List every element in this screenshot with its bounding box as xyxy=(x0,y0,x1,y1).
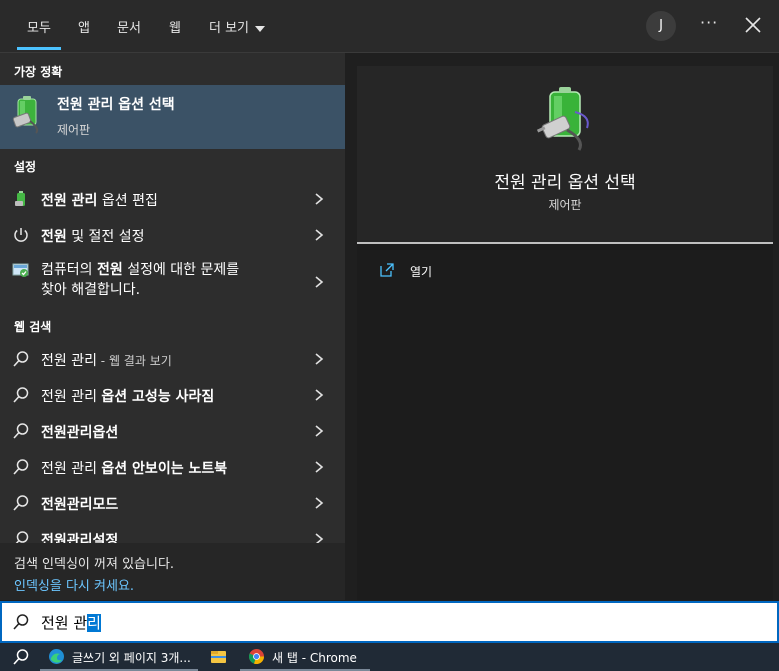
web-item[interactable]: 전원관리옵션 xyxy=(0,414,345,448)
battery-plug-icon xyxy=(536,87,589,151)
taskbar-item-label: 새 탭 - Chrome xyxy=(272,651,357,665)
taskbar-item-file-explorer[interactable] xyxy=(202,643,238,671)
taskbar-item-edge[interactable]: 글쓰기 외 페이지 3개... xyxy=(40,643,198,671)
chevron-right-icon xyxy=(315,425,324,437)
tab-web[interactable]: 웹 xyxy=(169,17,181,36)
taskbar-item-chrome[interactable]: 새 탭 - Chrome xyxy=(240,643,370,671)
web-item-label: 전원관리모드 xyxy=(41,497,119,513)
settings-item-edit-power-plan[interactable]: 전원 관리 옵션 편집 xyxy=(0,182,345,216)
tab-documents[interactable]: 문서 xyxy=(117,17,141,36)
search-icon xyxy=(13,495,29,511)
web-item[interactable]: 전원 관리 - 웹 결과 보기 xyxy=(0,342,345,376)
settings-item-label: 전원 관리 옵션 편집 xyxy=(41,193,158,209)
battery-plug-icon xyxy=(12,96,39,134)
settings-item-power-sleep[interactable]: 전원 및 절전 설정 xyxy=(0,218,345,252)
enable-indexing-link[interactable]: 인덱싱을 다시 켜세요. xyxy=(14,575,134,594)
search-icon xyxy=(13,614,29,630)
open-action-label: 열기 xyxy=(410,265,433,279)
taskbar-search-icon[interactable] xyxy=(12,648,30,666)
tab-more-label: 더 보기 xyxy=(209,21,250,36)
search-icon xyxy=(13,459,29,475)
preview-title: 전원 관리 옵션 선택 xyxy=(494,173,636,193)
search-selected-text: 리 xyxy=(87,614,101,632)
chevron-right-icon xyxy=(315,193,324,205)
open-external-icon xyxy=(380,263,394,277)
avatar[interactable]: J xyxy=(646,11,676,41)
web-item[interactable]: 전원 관리 옵션 고성능 사라짐 xyxy=(0,378,345,412)
file-explorer-icon xyxy=(211,651,226,663)
web-item[interactable]: 전원관리모드 xyxy=(0,486,345,520)
chevron-right-icon xyxy=(315,353,324,365)
search-box[interactable]: 전원 관리 xyxy=(0,601,779,643)
start-search-window: 모두 앱 문서 웹 더 보기 J ··· 가장 정확 전원 관리 옵션 선택 제… xyxy=(0,0,779,671)
chevron-right-icon xyxy=(315,229,324,241)
web-item-label: 전원 관리 옵션 안보이는 노트북 xyxy=(41,461,228,477)
preview-pane: 전원 관리 옵션 선택 제어판 열기 xyxy=(357,66,773,600)
chevron-down-icon xyxy=(255,25,266,32)
settings-item-power-troubleshoot[interactable]: 컴퓨터의 전원 설정에 대한 문제를 찾아 해결합니다. xyxy=(0,254,345,308)
edge-icon xyxy=(49,649,64,664)
settings-item-label: 전원 및 절전 설정 xyxy=(41,229,145,245)
tab-more[interactable]: 더 보기 xyxy=(209,17,266,36)
best-match-subtitle: 제어판 xyxy=(57,123,91,137)
troubleshoot-icon xyxy=(12,263,29,277)
settings-item-label: 컴퓨터의 전원 설정에 대한 문제를 찾아 해결합니다. xyxy=(41,262,240,298)
web-item-label: 전원 관리 - 웹 결과 보기 xyxy=(41,353,172,369)
web-item-label: 전원관리옵션 xyxy=(41,425,119,441)
power-icon xyxy=(14,228,28,242)
indexing-notice: 검색 인덱싱이 꺼져 있습니다. 인덱싱을 다시 켜세요. xyxy=(0,543,345,600)
tab-all[interactable]: 모두 xyxy=(17,17,61,50)
search-input[interactable]: 전원 관리 xyxy=(41,612,101,633)
taskbar: 글쓰기 외 페이지 3개... 새 탭 - Chrome xyxy=(0,643,779,671)
taskbar-item-label: 글쓰기 외 페이지 3개... xyxy=(72,651,191,665)
web-item-label: 전원 관리 옵션 고성능 사라짐 xyxy=(41,389,215,405)
indexing-notice-text: 검색 인덱싱이 꺼져 있습니다. xyxy=(14,557,175,572)
best-match-title: 전원 관리 옵션 선택 xyxy=(57,97,175,113)
section-best-match-header: 가장 정확 xyxy=(14,65,63,79)
more-options-icon[interactable]: ··· xyxy=(700,13,718,32)
chevron-right-icon xyxy=(315,497,324,509)
search-icon xyxy=(13,351,29,367)
web-item[interactable]: 전원 관리 옵션 안보이는 노트북 xyxy=(0,450,345,484)
chrome-icon xyxy=(248,649,265,665)
chevron-right-icon xyxy=(315,389,324,401)
best-match-item[interactable]: 전원 관리 옵션 선택 제어판 xyxy=(0,85,345,149)
chevron-right-icon xyxy=(315,461,324,473)
close-icon[interactable] xyxy=(742,14,764,36)
preview-header: 전원 관리 옵션 선택 제어판 xyxy=(357,66,773,244)
chevron-right-icon xyxy=(315,276,324,288)
filter-tab-bar: 모두 앱 문서 웹 더 보기 J ··· xyxy=(0,0,779,53)
battery-icon xyxy=(15,191,25,206)
section-web-search-header: 웹 검색 xyxy=(14,320,52,334)
search-icon xyxy=(13,423,29,439)
section-settings-header: 설정 xyxy=(14,160,37,174)
preview-subtitle: 제어판 xyxy=(548,198,582,212)
results-pane: 가장 정확 전원 관리 옵션 선택 제어판 설정 전원 관리 옵션 편집 전원 … xyxy=(0,53,345,600)
search-icon xyxy=(13,387,29,403)
tab-apps[interactable]: 앱 xyxy=(78,17,90,36)
